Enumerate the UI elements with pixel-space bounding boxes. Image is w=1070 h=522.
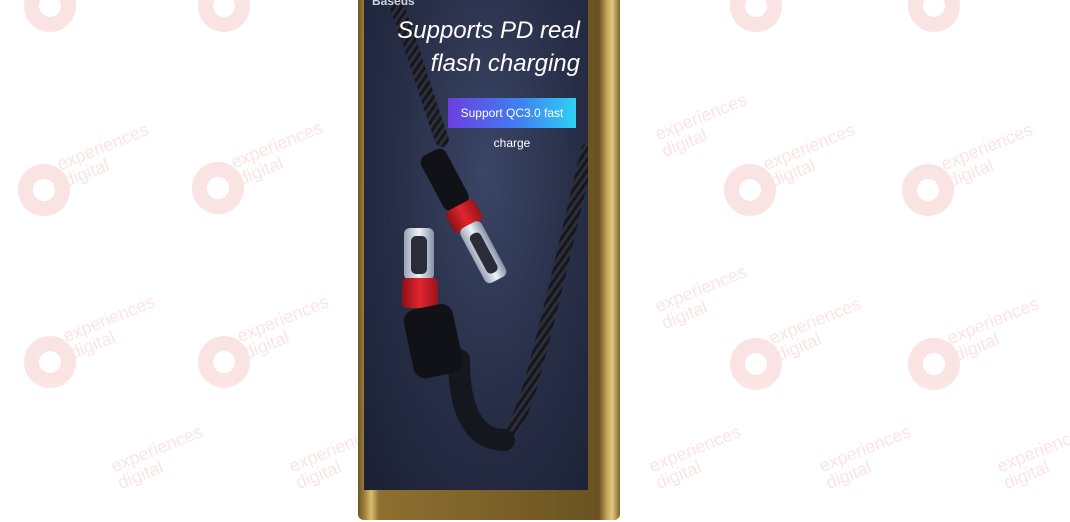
watermark-logo-icon bbox=[198, 0, 250, 32]
watermark-logo-icon bbox=[24, 0, 76, 32]
watermark-logo-icon bbox=[908, 0, 960, 32]
watermark-logo bbox=[198, 0, 348, 36]
watermark-logo: experiences digital bbox=[192, 117, 342, 218]
watermark-logo bbox=[908, 0, 1058, 36]
watermark-logo: experiences digital bbox=[652, 261, 750, 333]
qc-badge: Support QC3.0 fast charge bbox=[448, 98, 576, 150]
watermark-logo: experiences digital bbox=[816, 421, 914, 493]
watermark-logo: experiences digital bbox=[902, 119, 1052, 220]
phone-device: Baseus Supports PD real flash charging S… bbox=[358, 0, 620, 520]
watermark-logo bbox=[730, 0, 880, 36]
watermark-logo: experiences digital bbox=[652, 89, 750, 161]
brand-logo: Baseus bbox=[372, 0, 415, 8]
watermark-logo bbox=[24, 0, 174, 36]
cable-braid-lower bbox=[448, 349, 515, 451]
watermark-logo: experiences digital bbox=[18, 119, 168, 220]
phone-screen: Baseus Supports PD real flash charging S… bbox=[364, 0, 588, 490]
cable-braid-right bbox=[497, 143, 588, 447]
watermark-logo: experiences digital bbox=[198, 291, 348, 392]
headline-line1: Supports PD real bbox=[397, 17, 580, 44]
watermark-logo: experiences digital bbox=[994, 421, 1070, 493]
watermark-logo: experiences digital bbox=[24, 291, 174, 392]
headline-line2: flash charging bbox=[430, 50, 580, 77]
watermark-logo: experiences digital bbox=[108, 421, 206, 493]
watermark-logo: experiences digital bbox=[908, 293, 1058, 394]
watermark-logo-icon bbox=[730, 0, 782, 32]
watermark-logo: experiences digital bbox=[646, 421, 744, 493]
usb-c-connector-left bbox=[402, 228, 463, 379]
headline: Supports PD real flash charging bbox=[397, 14, 580, 80]
